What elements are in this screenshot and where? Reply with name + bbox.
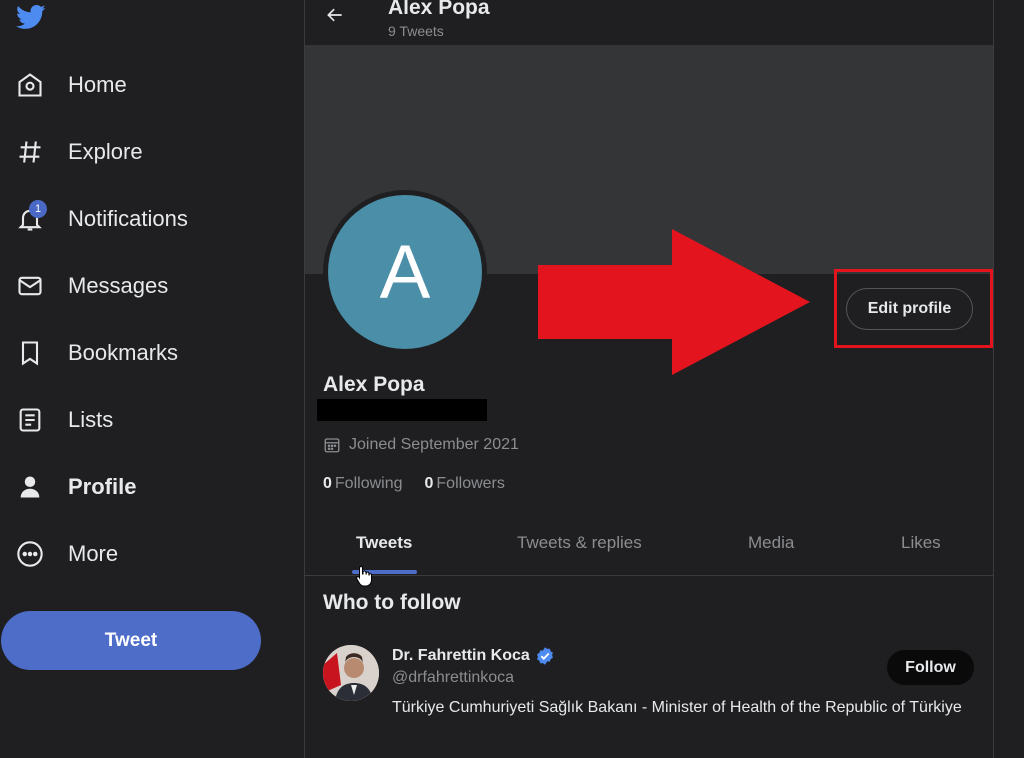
sidebar-item-label: Notifications (68, 206, 188, 231)
followers-label: Followers (436, 475, 505, 492)
avatar[interactable]: A (328, 195, 482, 349)
redacted-handle (317, 399, 487, 421)
sidebar-item-bookmarks[interactable]: Bookmarks (0, 328, 290, 378)
more-circle-icon (16, 540, 44, 568)
home-icon (16, 71, 44, 99)
sidebar-item-notifications[interactable]: 1 Notifications (0, 194, 290, 244)
follow-button[interactable]: Follow (887, 650, 974, 685)
right-column (994, 0, 1024, 758)
suggestion-name[interactable]: Dr. Fahrettin Koca (392, 646, 555, 666)
list-icon (16, 406, 44, 434)
suggestion-handle: @drfahrettinkoca (392, 669, 515, 686)
following-label: Following (334, 475, 403, 492)
following-link[interactable]: 0 Following (323, 475, 403, 492)
verified-badge-icon (536, 647, 553, 665)
sidebar-item-label: Explore (68, 139, 143, 164)
sidebar-item-lists[interactable]: Lists (0, 395, 290, 445)
sidebar-item-label: Profile (68, 474, 137, 499)
who-to-follow-title: Who to follow (323, 591, 461, 614)
sidebar-item-messages[interactable]: Messages (0, 261, 290, 311)
notification-badge: 1 (29, 200, 47, 218)
followers-link[interactable]: 0 Followers (425, 475, 505, 492)
suggestion-avatar[interactable] (323, 645, 379, 701)
tweet-count: 9 Tweets (388, 23, 444, 39)
envelope-icon (16, 272, 44, 300)
hand-cursor-icon (356, 565, 372, 587)
calendar-icon (324, 438, 340, 453)
red-arrow-annotation-icon (538, 229, 810, 375)
sidebar-item-explore[interactable]: Explore (0, 127, 290, 177)
sidebar-item-label: Lists (68, 407, 114, 432)
back-arrow-icon[interactable] (325, 4, 345, 26)
tab-tweets-replies[interactable]: Tweets & replies (517, 533, 642, 553)
divider (305, 575, 993, 576)
sidebar-item-more[interactable]: More (0, 529, 290, 579)
suggestion-bio: Türkiye Cumhuriyeti Sağlık Bakanı - Mini… (392, 699, 962, 716)
sidebar-item-home[interactable]: Home (0, 60, 290, 110)
joined-date: Joined September 2021 (323, 436, 519, 454)
sidebar-item-profile[interactable]: Profile (0, 462, 290, 512)
suggestion-name-text: Dr. Fahrettin Koca (392, 647, 530, 664)
joined-text: Joined September 2021 (349, 436, 519, 453)
profile-main: Alex Popa 9 Tweets A Edit profile Alex P… (305, 0, 993, 758)
profile-header-bar: Alex Popa 9 Tweets (305, 0, 993, 45)
tab-likes[interactable]: Likes (901, 533, 941, 553)
sidebar-item-label: More (68, 541, 119, 566)
bookmark-icon (16, 339, 44, 367)
tab-tweets[interactable]: Tweets (356, 533, 412, 553)
hashtag-icon (16, 138, 44, 166)
followers-count: 0 (424, 475, 434, 492)
follow-stats: 0 Following 0 Followers (323, 475, 505, 493)
header-name: Alex Popa (388, 0, 490, 19)
twitter-logo-icon[interactable] (14, 2, 48, 32)
profile-name: Alex Popa (323, 373, 425, 396)
sidebar-item-label: Home (68, 72, 127, 97)
sidebar-item-label: Messages (68, 273, 169, 298)
tweet-button[interactable]: Tweet (1, 611, 261, 670)
sidebar-item-label: Bookmarks (68, 340, 179, 365)
person-icon (16, 473, 44, 501)
sidebar: Home Explore 1 Notifications Messages Bo… (0, 0, 304, 758)
highlight-box-annotation (834, 269, 993, 348)
tab-media[interactable]: Media (748, 533, 794, 553)
following-count: 0 (323, 475, 332, 492)
